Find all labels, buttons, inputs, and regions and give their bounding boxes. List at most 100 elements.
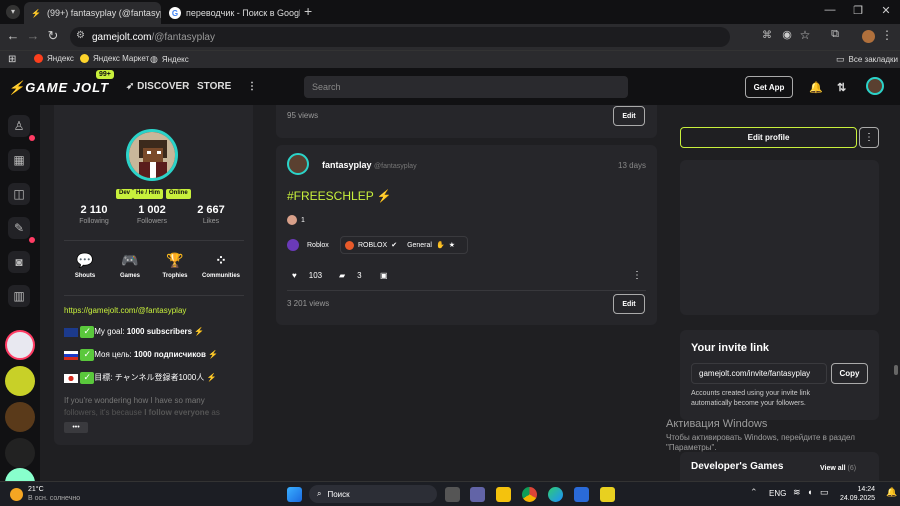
- search-input[interactable]: Search: [304, 76, 628, 98]
- community-avatar-3[interactable]: [5, 402, 35, 432]
- tab-gamejolt[interactable]: ⚡ (99+) fantasyplay (@fantasypla ✕: [24, 2, 161, 24]
- file-explorer-icon[interactable]: [496, 487, 511, 502]
- chat-icon[interactable]: ◙: [8, 251, 30, 273]
- post-author[interactable]: fantasyplay @fantasyplay: [322, 160, 417, 170]
- restore-icon[interactable]: ❐: [848, 4, 868, 17]
- get-app-button[interactable]: Get App: [745, 76, 793, 98]
- forward-icon[interactable]: →: [24, 28, 42, 43]
- translate-icon[interactable]: ⌘: [762, 30, 772, 41]
- stat-followers[interactable]: 1 002 Followers: [122, 204, 182, 225]
- profile-link[interactable]: https://gamejolt.com/@fantasyplay: [64, 306, 186, 315]
- chevron-up-icon[interactable]: ⌃: [750, 487, 758, 498]
- quests-icon[interactable]: ✎: [8, 217, 30, 239]
- windows-start-icon[interactable]: [287, 487, 302, 502]
- channel-tag[interactable]: ROBLOX ✔ General ✋ ★: [340, 236, 468, 254]
- games-button[interactable]: 🎮 Games: [110, 252, 150, 279]
- task-view-icon[interactable]: [445, 487, 460, 502]
- sticker-icon[interactable]: ▣: [380, 271, 388, 280]
- battery-icon[interactable]: ▭: [820, 487, 829, 498]
- gamejolt-icon: ⚡: [31, 8, 41, 18]
- edit-profile-button[interactable]: Edit profile: [680, 127, 857, 148]
- edit-button[interactable]: Edit: [613, 294, 645, 314]
- hashtag[interactable]: #FREESCHLEP: [287, 189, 373, 203]
- backpack-icon[interactable]: ◫: [8, 183, 30, 205]
- menu-icon[interactable]: ⋮: [878, 28, 896, 42]
- bookmark-star-icon[interactable]: ☆: [796, 28, 814, 42]
- tab-list-menu-icon[interactable]: ▾: [6, 5, 20, 19]
- reaction-emoji-icon: [287, 215, 297, 225]
- address-bar[interactable]: ⚙ gamejolt.com/@fantasyplay ⌘: [70, 27, 772, 47]
- minimize-icon[interactable]: —: [820, 4, 840, 16]
- volume-icon[interactable]: ◖: [807, 487, 812, 497]
- google-icon: G: [169, 7, 181, 19]
- all-bookmarks[interactable]: ▭ Все закладки: [836, 54, 898, 65]
- more-icon[interactable]: ⋮: [247, 81, 257, 92]
- community-avatar-1[interactable]: [5, 330, 35, 360]
- clock[interactable]: 14:24 24.09.2025: [840, 485, 875, 503]
- user-avatar[interactable]: [866, 77, 884, 95]
- jp-flag-icon: [64, 373, 78, 383]
- shouts-button[interactable]: 💬 Shouts: [65, 252, 105, 279]
- store-icon[interactable]: ▦: [8, 149, 30, 171]
- page-scrollbar[interactable]: [894, 365, 898, 375]
- bolt-icon: ⚡: [206, 373, 217, 383]
- notification-bell-icon[interactable]: 🔔: [886, 487, 897, 498]
- date: 24.09.2025: [840, 495, 876, 502]
- new-tab-button[interactable]: +: [304, 3, 312, 19]
- like-button[interactable]: ♥ 103: [292, 271, 322, 280]
- post-menu-icon[interactable]: ⋮: [632, 270, 642, 281]
- language-indicator[interactable]: ENG: [769, 489, 786, 498]
- store-icon[interactable]: [574, 487, 589, 502]
- activity-icon[interactable]: ♙: [8, 115, 30, 137]
- view-all-link[interactable]: View all (6): [820, 465, 856, 472]
- communities-button[interactable]: ⁘ Communities: [200, 252, 242, 279]
- eye-icon[interactable]: ◉: [778, 28, 796, 41]
- site-info-icon[interactable]: ⚙: [76, 30, 85, 41]
- bookmark-yandex-1[interactable]: Яндекс: [34, 54, 74, 63]
- community-avatar-2[interactable]: [5, 366, 35, 396]
- tab-google[interactable]: G переводчик - Поиск в Google ✕: [163, 2, 300, 24]
- url-path: /@fantasyplay: [151, 31, 215, 43]
- stat-likes[interactable]: 2 667 Likes: [181, 204, 241, 225]
- profile-avatar-large: [126, 129, 178, 181]
- friends-icon[interactable]: ⇅: [837, 81, 846, 94]
- nav-store[interactable]: STORE: [197, 81, 231, 92]
- profile-avatar[interactable]: [862, 30, 875, 43]
- profile-menu-icon[interactable]: ⋮: [859, 127, 879, 148]
- bookmark-yandex-market[interactable]: Яндекс Маркет: [80, 54, 149, 63]
- divider: [287, 290, 646, 291]
- chrome-icon[interactable]: [522, 487, 537, 502]
- stat-following[interactable]: 2 110 Following: [64, 204, 124, 225]
- divider: [64, 240, 244, 241]
- extensions-icon[interactable]: ⧉: [826, 28, 844, 41]
- author-handle: @fantasyplay: [374, 163, 417, 170]
- apps-icon[interactable]: ⊞: [8, 54, 16, 65]
- community-roblox[interactable]: Roblox: [287, 239, 329, 251]
- reaction[interactable]: 1: [287, 213, 305, 227]
- nav-discover[interactable]: ➶ DISCOVER: [126, 81, 189, 92]
- bell-icon[interactable]: 🔔: [809, 81, 823, 94]
- trophies-button[interactable]: 🏆 Trophies: [155, 252, 195, 279]
- community-avatar-4[interactable]: [5, 438, 35, 468]
- profile-card: Dev He / Him Online 2 110 Following 1 00…: [54, 105, 253, 445]
- window-close-icon[interactable]: ✕: [876, 4, 896, 17]
- edge-icon[interactable]: [548, 487, 563, 502]
- reload-icon[interactable]: ↻: [44, 28, 62, 44]
- back-icon[interactable]: ←: [4, 28, 22, 43]
- site-logo[interactable]: ⚡GAME JOLT: [8, 80, 109, 96]
- wifi-icon[interactable]: ≋: [793, 487, 801, 498]
- weather-widget[interactable]: 21°C В осн. солнечно: [10, 485, 80, 503]
- invite-link-field[interactable]: gamejolt.com/invite/fantasyplay: [691, 363, 827, 384]
- teams-icon[interactable]: [470, 487, 485, 502]
- bookmark-yandex-2[interactable]: ◍ Яндекс: [150, 54, 189, 65]
- uk-flag-icon: [64, 327, 78, 337]
- taskbar-search[interactable]: ⌕ Поиск: [309, 485, 437, 503]
- library-icon[interactable]: ▥: [8, 285, 30, 307]
- copy-button[interactable]: Copy: [831, 363, 868, 384]
- app-icon[interactable]: [600, 487, 615, 502]
- bookmark-label: Яндекс Маркет: [93, 54, 150, 63]
- show-more-button[interactable]: •••: [64, 422, 88, 433]
- comment-button[interactable]: ▰ 3: [339, 271, 362, 280]
- post-author-avatar[interactable]: [287, 153, 309, 175]
- edit-button[interactable]: Edit: [613, 106, 645, 126]
